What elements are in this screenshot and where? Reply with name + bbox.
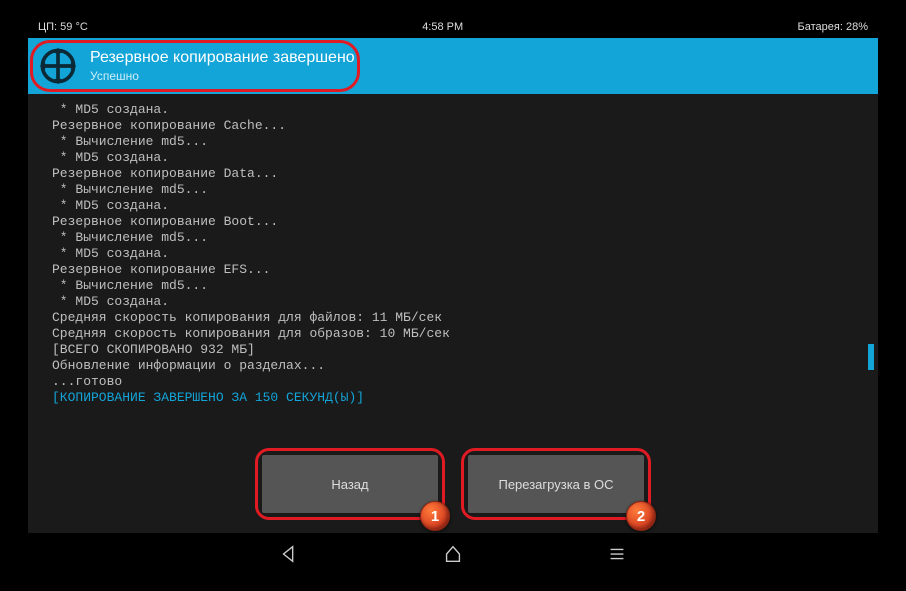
log-line-final: [КОПИРОВАНИЕ ЗАВЕРШЕНО ЗА 150 СЕКУНД(Ы)] bbox=[52, 390, 364, 405]
twrp-logo-icon bbox=[36, 44, 80, 88]
log-line: Резервное копирование Cache... bbox=[52, 118, 286, 133]
scrollbar-thumb[interactable] bbox=[868, 344, 874, 370]
button-row: Назад 1 Перезагрузка в ОС 2 bbox=[28, 445, 878, 533]
battery-status: Батарея: 28% bbox=[798, 21, 868, 33]
annotation-badge-2: 2 bbox=[626, 501, 656, 531]
back-button[interactable]: Назад bbox=[262, 455, 438, 513]
log-line: * MD5 создана. bbox=[52, 102, 169, 117]
log-line: Резервное копирование EFS... bbox=[52, 262, 270, 277]
log-line: Обновление информации о разделах... bbox=[52, 358, 325, 373]
log-line: * Вычисление md5... bbox=[52, 230, 208, 245]
log-line: Средняя скорость копирования для файлов:… bbox=[52, 310, 442, 325]
page-title: Резервное копирование завершено bbox=[90, 49, 355, 67]
log-output: * MD5 создана. Резервное копирование Cac… bbox=[28, 94, 878, 406]
android-nav-bar bbox=[28, 533, 878, 575]
cpu-temp: ЦП: 59 °C bbox=[38, 21, 88, 33]
log-line: * MD5 создана. bbox=[52, 294, 169, 309]
recovery-window: ЦП: 59 °C 4:58 PM Батарея: 28% Резервное… bbox=[28, 16, 878, 575]
annotation-badge-1: 1 bbox=[420, 501, 450, 531]
log-line: Резервное копирование Data... bbox=[52, 166, 278, 181]
log-line: * MD5 создана. bbox=[52, 246, 169, 261]
log-line: * MD5 создана. bbox=[52, 150, 169, 165]
clock: 4:58 PM bbox=[88, 21, 798, 33]
nav-recent-icon[interactable] bbox=[605, 542, 629, 566]
log-line: * Вычисление md5... bbox=[52, 134, 208, 149]
status-bar: ЦП: 59 °C 4:58 PM Батарея: 28% bbox=[28, 16, 878, 38]
reboot-os-button-label: Перезагрузка в ОС bbox=[498, 477, 613, 492]
log-line: * Вычисление md5... bbox=[52, 278, 208, 293]
log-line: Резервное копирование Boot... bbox=[52, 214, 278, 229]
log-line: [ВСЕГО СКОПИРОВАНО 932 МБ] bbox=[52, 342, 255, 357]
nav-home-icon[interactable] bbox=[441, 542, 465, 566]
header-bar: Резервное копирование завершено Успешно bbox=[28, 38, 878, 94]
log-area: * MD5 создана. Резервное копирование Cac… bbox=[28, 94, 878, 445]
page-subtitle: Успешно bbox=[90, 69, 355, 83]
log-line: Средняя скорость копирования для образов… bbox=[52, 326, 450, 341]
reboot-os-button[interactable]: Перезагрузка в ОС bbox=[468, 455, 644, 513]
log-line: * Вычисление md5... bbox=[52, 182, 208, 197]
log-line: * MD5 создана. bbox=[52, 198, 169, 213]
nav-back-icon[interactable] bbox=[277, 542, 301, 566]
log-line: ...готово bbox=[52, 374, 122, 389]
back-button-label: Назад bbox=[331, 477, 368, 492]
